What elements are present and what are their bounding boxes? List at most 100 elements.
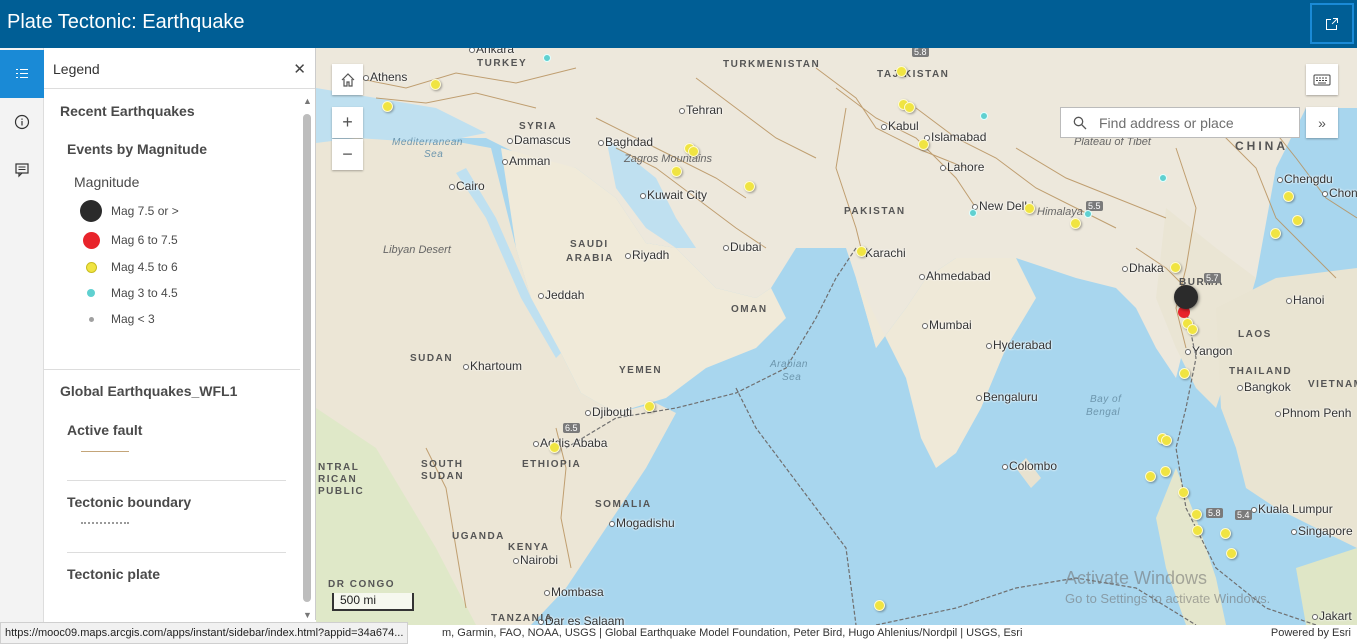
app-title: Plate Tectonic: Earthquake	[7, 11, 245, 33]
place-label: Yangon	[1184, 344, 1233, 358]
region-label: Libyan Desert	[383, 244, 451, 256]
legend-divider	[44, 369, 300, 370]
place-label: Kuala Lumpur	[1251, 502, 1333, 516]
earthquake-marker[interactable]	[744, 181, 755, 192]
place-label: Singapore	[1291, 524, 1353, 538]
left-rail: »	[0, 48, 44, 644]
place-label: Karachi	[858, 246, 906, 260]
watermark-line-2: Go to Settings to activate Windows.	[1065, 591, 1271, 606]
earthquake-marker[interactable]	[874, 600, 885, 611]
share-button[interactable]	[1310, 3, 1354, 44]
earthquake-marker[interactable]	[1084, 210, 1092, 218]
earthquake-marker[interactable]	[1192, 525, 1203, 536]
legend-toggle-button[interactable]	[0, 50, 44, 98]
earthquake-marker[interactable]	[1292, 215, 1303, 226]
legend-item-mag-lt-3: Mag < 3	[80, 307, 155, 331]
earthquake-marker[interactable]	[1191, 509, 1202, 520]
earthquake-marker[interactable]	[543, 54, 551, 62]
legend-panel: Legend ✕ Recent Earthquakes Events by Ma…	[44, 48, 316, 620]
legend-panel-header: Legend ✕	[44, 48, 315, 89]
earthquake-marker[interactable]	[896, 66, 907, 77]
place-label: Kuwait City	[639, 188, 708, 202]
country-label: TURKMENISTAN	[723, 59, 821, 70]
earthquake-marker-major[interactable]	[1174, 285, 1198, 309]
earthquake-marker[interactable]	[430, 79, 441, 90]
legend-item-label: Mag 3 to 4.5	[111, 286, 178, 300]
country-label: DR CONGO	[328, 579, 395, 590]
earthquake-marker[interactable]	[1170, 262, 1181, 273]
earthquake-marker[interactable]	[918, 139, 929, 150]
scrollbar-thumb[interactable]	[303, 114, 311, 602]
earthquake-marker[interactable]	[980, 112, 988, 120]
scroll-down-icon[interactable]: ▼	[303, 610, 312, 620]
powered-by-esri[interactable]: Powered by Esri	[1271, 627, 1351, 639]
place-label: Hyderabad	[986, 338, 1052, 352]
earthquake-marker[interactable]	[688, 146, 699, 157]
earthquake-marker[interactable]	[1161, 435, 1172, 446]
earthquake-marker[interactable]	[969, 209, 977, 217]
earthquake-marker[interactable]	[1179, 368, 1190, 379]
place-label: Bengaluru	[976, 390, 1038, 404]
magnitude-label: 5.8	[912, 48, 929, 57]
group-title-events-by-magnitude: Events by Magnitude	[67, 141, 208, 157]
earthquake-marker[interactable]	[1283, 191, 1294, 202]
place-label: Chengdu	[1277, 172, 1333, 186]
place-label: Dar es Salaam	[537, 614, 624, 625]
country-label: SOUTH	[421, 459, 464, 470]
legend-scrollbar[interactable]: ▲ ▼	[302, 96, 312, 620]
water-label: Mediterranean	[392, 137, 463, 148]
earthquake-marker[interactable]	[1070, 218, 1081, 229]
place-label: Cairo	[449, 179, 485, 193]
share-icon	[1326, 17, 1338, 30]
magnitude-label: 5.8	[1206, 508, 1223, 518]
legend-item-label: Mag 6 to 7.5	[111, 233, 178, 247]
earthquake-marker[interactable]	[1160, 466, 1171, 477]
expand-search-button[interactable]: »	[1306, 107, 1338, 138]
place-label: Colombo	[1001, 459, 1058, 473]
earthquake-marker[interactable]	[904, 102, 915, 113]
earthquake-marker[interactable]	[671, 166, 682, 177]
earthquake-marker[interactable]	[1145, 471, 1156, 482]
keyboard-button[interactable]	[1306, 64, 1338, 95]
place-label: Chongq	[1321, 186, 1357, 200]
legend-item-label: Mag 4.5 to 6	[111, 260, 178, 274]
tectonic-boundary-symbol	[81, 522, 129, 524]
earthquake-marker[interactable]	[549, 442, 560, 453]
scale-label: 500 mi	[340, 593, 377, 607]
earthquake-marker[interactable]	[1270, 228, 1281, 239]
zoom-in-button[interactable]: +	[332, 107, 363, 138]
layer-title-global-earthquakes: Global Earthquakes_WFL1	[60, 383, 238, 399]
zoom-out-button[interactable]: −	[332, 139, 363, 170]
earthquake-marker[interactable]	[1024, 203, 1035, 214]
earthquake-marker[interactable]	[382, 101, 393, 112]
earthquake-marker[interactable]	[644, 401, 655, 412]
place-label: Jeddah	[537, 288, 585, 302]
home-button[interactable]	[332, 64, 363, 95]
place-label: Lahore	[939, 160, 985, 174]
search-input[interactable]: Find address or place	[1099, 115, 1234, 131]
app-header: Plate Tectonic: Earthquake	[0, 0, 1357, 48]
region-label: Zagros Mountains	[624, 153, 713, 165]
place-label: Islamabad	[923, 130, 987, 144]
attribution-bar: m, Garmin, FAO, NOAA, USGS | Global Eart…	[316, 625, 1357, 644]
earthquake-marker[interactable]	[1226, 548, 1237, 559]
water-label: Bengal	[1086, 407, 1121, 418]
country-label: TAJIKISTAN	[877, 69, 950, 80]
earthquake-marker[interactable]	[1187, 324, 1198, 335]
earthquake-marker[interactable]	[1159, 174, 1167, 182]
place-label: Riyadh	[624, 248, 670, 262]
earthquake-marker[interactable]	[1178, 487, 1189, 498]
country-label: KENYA	[508, 542, 550, 553]
activation-watermark: Activate Windows Go to Settings to activ…	[1065, 568, 1270, 606]
place-label: Athens	[362, 70, 408, 84]
scroll-up-icon[interactable]: ▲	[303, 96, 312, 106]
earthquake-marker[interactable]	[856, 246, 867, 257]
details-button[interactable]	[0, 146, 44, 194]
close-icon[interactable]: ✕	[293, 60, 306, 78]
about-button[interactable]	[0, 98, 44, 146]
earthquake-marker[interactable]	[1220, 528, 1231, 539]
attribution-text[interactable]: m, Garmin, FAO, NOAA, USGS | Global Eart…	[442, 627, 1022, 639]
water-label: Sea	[782, 372, 802, 383]
legend-panel-title: Legend	[53, 61, 100, 77]
map-view[interactable]: Athens Ankara Tehran Damascus Amman Bagh…	[316, 48, 1357, 625]
